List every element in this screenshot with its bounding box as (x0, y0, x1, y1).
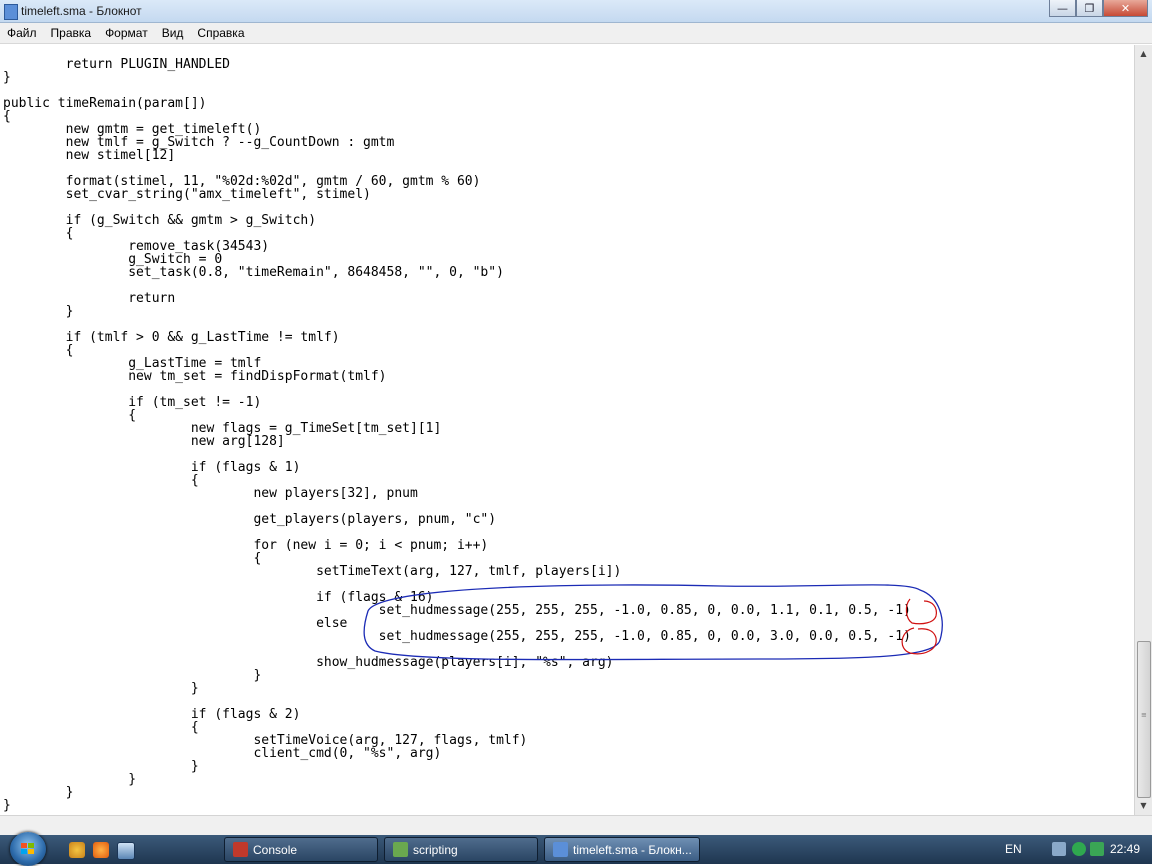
scrollbar-thumb[interactable]: ≡ (1137, 641, 1151, 798)
taskbar-item-scripting[interactable]: scripting (384, 837, 538, 862)
language-indicator[interactable]: EN (1005, 842, 1022, 856)
windows-logo-icon (21, 843, 35, 855)
bottom-bar (0, 815, 1152, 836)
taskbar-item-label: timeleft.sma - Блокн... (573, 843, 692, 857)
taskbar-item-label: scripting (413, 843, 458, 857)
grip-icon: ≡ (1141, 711, 1147, 719)
notepad-icon (553, 842, 568, 857)
menu-edit[interactable]: Правка (44, 26, 99, 40)
tray-app-icon[interactable] (1090, 842, 1104, 856)
taskbar: Console scripting timeleft.sma - Блокн..… (0, 832, 1152, 866)
text-editor-area[interactable]: return PLUGIN_HANDLED } public timeRemai… (0, 45, 1134, 815)
start-button[interactable] (10, 832, 46, 866)
menu-file[interactable]: Файл (0, 26, 44, 40)
clock[interactable]: 22:49 (1110, 842, 1140, 856)
console-icon (233, 842, 248, 857)
minimize-button[interactable]: — (1049, 0, 1076, 17)
vertical-scrollbar[interactable]: ▲ ≡ ▼ (1134, 45, 1152, 815)
tray-app-icon[interactable] (1072, 842, 1086, 856)
show-desktop-icon[interactable] (117, 842, 135, 860)
firefox-icon[interactable] (93, 842, 109, 858)
taskbar-item-label: Console (253, 843, 298, 857)
taskbar-item-console[interactable]: Console (224, 837, 378, 862)
folder-icon (393, 842, 408, 857)
notepad-icon (4, 4, 18, 20)
code-text: return PLUGIN_HANDLED } public timeRemai… (3, 57, 911, 813)
menu-bar: Файл Правка Формат Вид Справка (0, 23, 1152, 44)
menu-view[interactable]: Вид (155, 26, 191, 40)
taskbar-item-notepad[interactable]: timeleft.sma - Блокн... (544, 837, 700, 862)
title-bar: timeleft.sma - Блокнот — ❐ ✕ (0, 0, 1152, 23)
scroll-down-icon[interactable]: ▼ (1135, 797, 1152, 814)
quicklaunch-app-icon[interactable] (69, 842, 85, 858)
window-title: timeleft.sma - Блокнот (21, 4, 142, 18)
menu-format[interactable]: Формат (98, 26, 155, 40)
window-controls: — ❐ ✕ (1049, 0, 1148, 17)
network-icon[interactable] (1052, 842, 1066, 856)
close-button[interactable]: ✕ (1103, 0, 1148, 17)
menu-help[interactable]: Справка (190, 26, 251, 40)
scroll-up-icon[interactable]: ▲ (1135, 45, 1152, 62)
maximize-button[interactable]: ❐ (1076, 0, 1103, 17)
